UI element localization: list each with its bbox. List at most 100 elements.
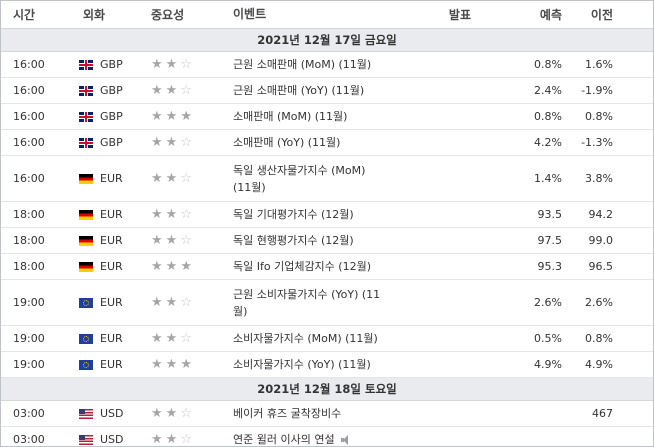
event-row[interactable]: 16:00 GBP ★ ★ ★ 소매판매 (MoM) (11월) 0.8% 0.8% [1,104,653,130]
event-text: 독일 기대평가지수 (12월) [233,206,354,223]
event-line: 근원 소매판매 (MoM) (11월) [233,58,372,71]
event-row[interactable]: 16:00 EUR ★ ★ ☆ 독일 생산자물가지수 (MoM) (11월) 1.4% 3.8% [1,156,653,202]
header-time[interactable]: 시간 [1,6,63,23]
event-name[interactable]: 독일 현행평가지수 (12월) [231,232,417,249]
star-icon: ★ [180,259,192,274]
header-importance[interactable]: 중요성 [139,6,231,23]
event-previous: 467 [592,407,613,420]
event-text: 근원 소매판매 (YoY) (11월) [233,82,364,99]
star-icon: ☆ [180,83,192,98]
event-row[interactable]: 18:00 EUR ★ ★ ☆ 독일 기대평가지수 (12월) 93.5 94.2 [1,202,653,228]
header-previous[interactable]: 이전 [565,6,653,23]
event-time: 19:00 [13,296,45,309]
event-time: 16:00 [13,84,45,97]
importance-stars: ★ ★ ☆ [139,433,231,446]
event-currency: USD [63,433,139,446]
header-forecast[interactable]: 예측 [479,6,565,23]
event-time: 19:00 [13,332,45,345]
header-currency[interactable]: 외화 [63,6,139,23]
event-name[interactable]: 독일 Ifo 기업체감지수 (12월) [231,258,417,275]
star-icon: ☆ [180,57,192,72]
event-name[interactable]: 독일 생산자물가지수 (MoM) (11월) [231,162,417,196]
speaker-icon[interactable] [340,434,353,445]
star-icon: ★ [165,171,178,186]
event-name[interactable]: 베이커 휴즈 굴착장비수 [231,405,417,422]
event-currency: USD [63,407,139,420]
star-icon: ★ [165,259,178,274]
event-name[interactable]: 독일 기대평가지수 (12월) [231,206,417,223]
event-currency: EUR [63,358,139,371]
event-time: 18:00 [13,208,45,221]
event-line: 독일 현행평가지수 (12월) [233,234,354,247]
currency-code: EUR [100,358,123,371]
event-text: 독일 Ifo 기업체감지수 (12월) [233,258,371,275]
event-row[interactable]: 16:00 GBP ★ ★ ☆ 근원 소매판매 (MoM) (11월) 0.8% 1.6% [1,52,653,78]
star-icon: ☆ [180,406,192,421]
event-name[interactable]: 소비자물가지수 (YoY) (11월) [231,356,417,373]
event-name[interactable]: 소비자물가지수 (MoM) (11월) [231,330,417,347]
event-row[interactable]: 19:00 EUR ★ ★ ☆ 근원 소비자물가지수 (YoY) (11 월) 2.6% 2.6… [1,280,653,326]
event-currency: EUR [63,208,139,221]
germany-flag-icon [79,209,93,220]
event-row[interactable]: 19:00 EUR ★ ★ ☆ 소비자물가지수 (MoM) (11월) 0.5% 0.8% [1,326,653,352]
importance-stars: ★ ★ ☆ [139,407,231,420]
star-icon: ☆ [180,207,192,222]
event-text: 근원 소매판매 (MoM) (11월) [233,56,371,73]
event-text: 소비자물가지수 (YoY) (11월) [233,356,371,373]
event-text: 근원 소비자물가지수 (YoY) (11 월) [233,286,380,320]
star-icon: ☆ [180,331,192,346]
event-forecast: 0.5% [534,332,562,345]
event-line: 독일 Ifo 기업체감지수 (12월) [233,260,371,273]
event-forecast: 93.5 [537,208,563,221]
event-currency: EUR [63,260,139,273]
importance-stars: ★ ★ ☆ [139,208,231,221]
currency-code: EUR [100,208,123,221]
star-icon: ★ [151,207,163,222]
event-line: 베이커 휴즈 굴착장비수 [233,407,342,420]
event-currency: GBP [63,110,139,123]
event-row[interactable]: 18:00 EUR ★ ★ ★ 독일 Ifo 기업체감지수 (12월) 95.3 96.5 [1,254,653,280]
currency-code: EUR [100,296,123,309]
importance-stars: ★ ★ ☆ [139,84,231,97]
star-icon: ★ [151,109,163,124]
uk-flag-icon [79,111,93,122]
star-icon: ☆ [180,233,192,248]
event-row[interactable]: 18:00 EUR ★ ★ ☆ 독일 현행평가지수 (12월) 97.5 99.0 [1,228,653,254]
event-name[interactable]: 근원 소비자물가지수 (YoY) (11 월) [231,286,417,320]
event-previous: 4.9% [585,358,613,371]
event-text: 독일 생산자물가지수 (MoM) (11월) [233,162,365,196]
event-text: 연준 윌러 이사의 연설 [233,431,335,446]
event-row[interactable]: 03:00 USD ★ ★ ☆ 연준 윌러 이사의 연설 [1,427,653,446]
event-row[interactable]: 03:00 USD ★ ★ ☆ 베이커 휴즈 굴착장비수 467 [1,401,653,427]
importance-stars: ★ ★ ☆ [139,296,231,309]
event-name[interactable]: 소매판매 (YoY) (11월) [231,134,417,151]
event-row[interactable]: 19:00 EUR ★ ★ ★ 소비자물가지수 (YoY) (11월) 4.9% 4.9% [1,352,653,378]
currency-code: EUR [100,260,123,273]
uk-flag-icon [79,59,93,70]
event-time: 18:00 [13,260,45,273]
event-previous: 0.8% [585,110,613,123]
event-forecast: 95.3 [537,260,563,273]
event-line: 소매판매 (YoY) (11월) [233,136,341,149]
event-row[interactable]: 16:00 GBP ★ ★ ☆ 소매판매 (YoY) (11월) 4.2% -1.3% [1,130,653,156]
event-name[interactable]: 근원 소매판매 (MoM) (11월) [231,56,417,73]
event-name[interactable]: 연준 윌러 이사의 연설 [231,431,417,446]
event-time: 03:00 [13,433,45,446]
event-name[interactable]: 소매판매 (MoM) (11월) [231,108,417,125]
star-icon: ★ [151,57,163,72]
event-row[interactable]: 16:00 GBP ★ ★ ☆ 근원 소매판매 (YoY) (11월) 2.4% -1.9% [1,78,653,104]
event-name[interactable]: 근원 소매판매 (YoY) (11월) [231,82,417,99]
header-actual[interactable]: 발표 [417,6,479,23]
star-icon: ★ [165,233,178,248]
event-text: 베이커 휴즈 굴착장비수 [233,405,341,422]
event-time: 03:00 [13,407,45,420]
importance-stars: ★ ★ ☆ [139,172,231,185]
event-line: 월) [233,304,248,318]
header-event[interactable]: 이벤트 [231,6,417,23]
star-icon: ★ [165,207,178,222]
event-currency: EUR [63,172,139,185]
star-icon: ☆ [180,432,192,447]
star-icon: ☆ [180,295,192,310]
star-icon: ★ [180,357,192,372]
event-time: 16:00 [13,172,45,185]
